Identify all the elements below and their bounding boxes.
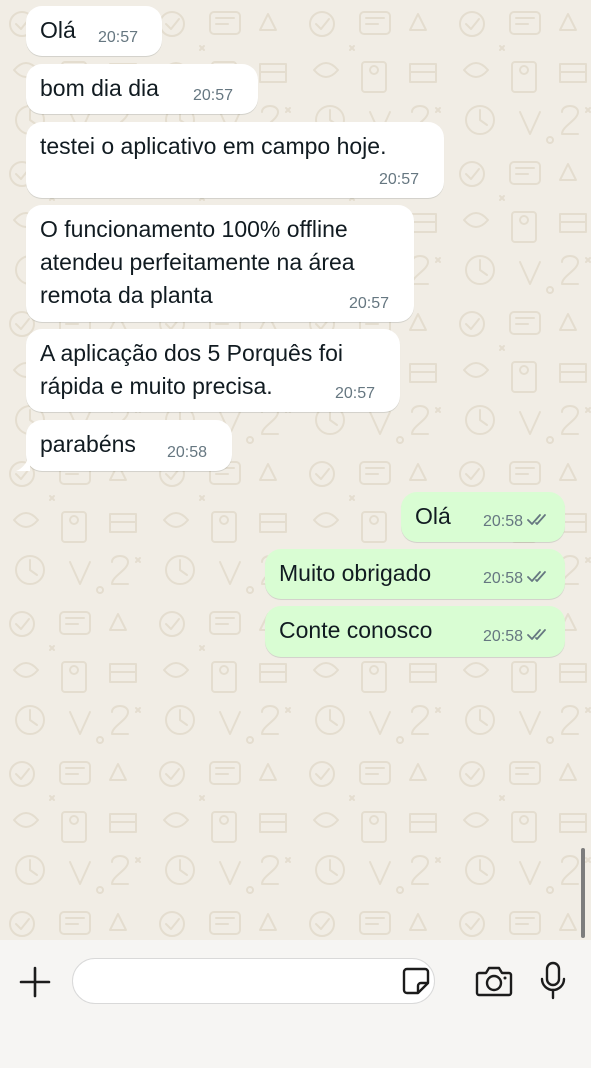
timestamp-text: 20:58 <box>482 513 523 530</box>
incoming-message-bubble[interactable]: parabéns 20:58 <box>26 420 232 471</box>
message-timestamp: 20:57 <box>193 87 233 105</box>
outgoing-message-bubble[interactable]: Conte conosco 20:58 <box>265 606 565 657</box>
message-timestamp: 20:57 <box>349 295 389 313</box>
message-list[interactable]: Olá 20:57 bom dia dia 20:57 testei o aplicat… <box>0 0 591 940</box>
timestamp-text: 20:57 <box>335 385 376 402</box>
timestamp-text: 20:57 <box>379 171 420 188</box>
message-timestamp: 20:57 <box>379 171 419 189</box>
bubble-tail <box>16 455 30 471</box>
plus-icon[interactable] <box>17 964 53 1000</box>
message-text: Muito obrigado <box>279 560 432 586</box>
message-text: remota da planta <box>40 282 213 308</box>
incoming-message-bubble[interactable]: A aplicação dos 5 Porquês foi rápida e mu… <box>26 329 400 412</box>
message-text: Olá <box>40 17 76 43</box>
message-text: rápida e muito precisa. <box>40 373 273 399</box>
message-timestamp: 20:57 <box>335 385 375 403</box>
message-input[interactable] <box>72 958 435 1004</box>
incoming-message-bubble[interactable]: O funcionamento 100% offline atendeu perf… <box>26 205 414 322</box>
message-text: Conte conosco <box>279 617 433 643</box>
message-text: Olá <box>415 503 451 529</box>
message-timestamp: 20:57 <box>98 29 138 47</box>
outgoing-message-bubble[interactable]: Olá 20:58 <box>401 492 565 542</box>
message-text: atendeu perfeitamente na área <box>40 249 355 275</box>
message-text: testei o aplicativo em campo hoje. <box>40 133 387 159</box>
camera-icon[interactable] <box>474 963 514 999</box>
message-text: A aplicação dos 5 Porquês foi <box>40 340 344 366</box>
message-text: bom dia dia <box>40 75 159 101</box>
timestamp-text: 20:58 <box>482 628 523 645</box>
timestamp-text: 20:57 <box>193 87 234 104</box>
message-timestamp: 20:58 <box>483 628 551 646</box>
timestamp-text: 20:58 <box>482 570 523 587</box>
outgoing-message-bubble[interactable]: Muito obrigado 20:58 <box>265 549 565 599</box>
timestamp-text: 20:57 <box>98 29 139 46</box>
timestamp-text: 20:58 <box>167 444 208 461</box>
microphone-icon[interactable] <box>538 960 568 1002</box>
message-text: parabéns <box>40 431 136 457</box>
chat-screen: Olá 20:57 bom dia dia 20:57 testei o aplicat… <box>0 0 591 1068</box>
incoming-message-bubble[interactable]: bom dia dia 20:57 <box>26 64 258 114</box>
double-check-icon <box>527 514 546 525</box>
message-timestamp: 20:58 <box>167 444 207 462</box>
message-timestamp: 20:58 <box>483 570 551 588</box>
timestamp-text: 20:57 <box>349 295 390 312</box>
incoming-message-bubble[interactable]: testei o aplicativo em campo hoje. 20:57 <box>26 122 444 198</box>
incoming-message-bubble[interactable]: Olá 20:57 <box>26 6 162 56</box>
message-text: O funcionamento 100% offline <box>40 216 348 242</box>
double-check-icon <box>527 571 546 582</box>
sticker-icon[interactable] <box>401 966 431 996</box>
message-timestamp: 20:58 <box>483 513 551 531</box>
double-check-icon <box>527 629 546 640</box>
scrollbar[interactable] <box>581 848 585 938</box>
